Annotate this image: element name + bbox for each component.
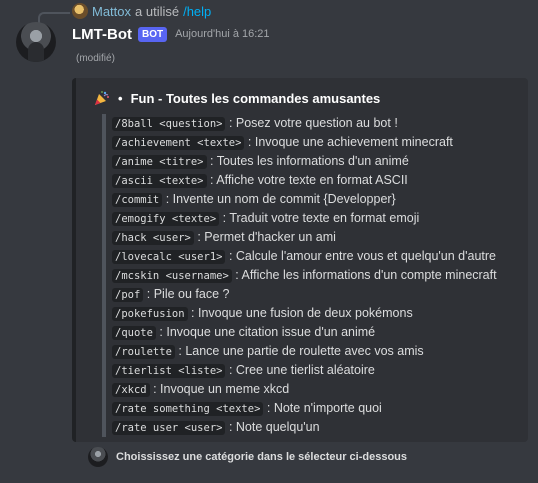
command-row: /anime <titre> : Toutes les informations…: [112, 152, 522, 171]
reply-context[interactable]: Mattox a utilisé /help: [72, 2, 211, 20]
command-description: : Note n'importe quoi: [263, 401, 382, 415]
command-description: : Cree une tierlist aléatoire: [225, 363, 375, 377]
reply-action-text: a utilisé: [135, 3, 180, 19]
command-row: /lovecalc <user1> : Calcule l'amour entr…: [112, 247, 522, 266]
commands-blockquote: /8ball <question> : Posez votre question…: [102, 114, 522, 437]
command-code: /achievement <texte>: [112, 136, 245, 150]
command-row: /8ball <question> : Posez votre question…: [112, 114, 522, 133]
command-code: /hack <user>: [112, 231, 194, 245]
command-code: /xkcd: [112, 383, 150, 397]
command-row: /ascii <texte> : Affiche votre texte en …: [112, 171, 522, 190]
edited-indicator: (modifié): [76, 53, 115, 64]
command-code: /8ball <question>: [112, 117, 226, 131]
command-row: /xkcd : Invoque un meme xkcd: [112, 380, 522, 399]
command-code: /rate something <texte>: [112, 402, 264, 416]
command-code: /mcskin <username>: [112, 269, 232, 283]
footer-bot-avatar: [88, 447, 108, 467]
command-row: /rate user <user> : Note quelqu'un: [112, 418, 522, 437]
command-description: : Invoque une citation issue d'un animé: [155, 325, 376, 339]
command-description: : Note quelqu'un: [225, 420, 320, 434]
message-header: LMT-Bot BOT Aujourd'hui à 16:21: [72, 24, 270, 44]
title-bullet: •: [118, 90, 123, 106]
command-row: /roulette : Lance une partie de roulette…: [112, 342, 522, 361]
bot-username[interactable]: LMT-Bot: [72, 26, 132, 43]
command-code: /pokefusion: [112, 307, 188, 321]
command-description: : Invoque une achievement minecraft: [244, 135, 453, 149]
command-code: /anime <titre>: [112, 155, 207, 169]
command-description: : Affiche votre texte en format ASCII: [206, 173, 408, 187]
command-description: : Invente un nom de commit {Developper}: [162, 192, 396, 206]
command-description: : Lance une partie de roulette avec vos …: [174, 344, 424, 358]
reply-command[interactable]: /help: [183, 4, 211, 19]
command-description: : Invoque une fusion de deux pokémons: [187, 306, 413, 320]
command-row: /rate something <texte> : Note n'importe…: [112, 399, 522, 418]
command-row: /emogify <texte> : Traduit votre texte e…: [112, 209, 522, 228]
command-code: /emogify <texte>: [112, 212, 220, 226]
command-description: : Pile ou face ?: [143, 287, 230, 301]
reply-username[interactable]: Mattox: [92, 4, 131, 19]
command-code: /roulette: [112, 345, 175, 359]
bot-avatar[interactable]: [16, 22, 56, 62]
bot-badge: BOT: [137, 26, 168, 42]
command-row: /hack <user> : Permet d'hacker un ami: [112, 228, 522, 247]
command-description: : Traduit votre texte en format emoji: [219, 211, 420, 225]
command-code: /tierlist <liste>: [112, 364, 226, 378]
command-code: /rate user <user>: [112, 421, 226, 435]
command-description: : Toutes les informations d'un animé: [206, 154, 409, 168]
command-row: /tierlist <liste> : Cree une tierlist al…: [112, 361, 522, 380]
command-row: /quote : Invoque une citation issue d'un…: [112, 323, 522, 342]
command-description: : Invoque un meme xkcd: [149, 382, 290, 396]
command-code: /pof: [112, 288, 144, 302]
command-row: /mcskin <username> : Affiche les informa…: [112, 266, 522, 285]
command-description: : Affiche les informations d'un compte m…: [231, 268, 497, 282]
command-code: /lovecalc <user1>: [112, 250, 226, 264]
footer-text: Choississez une catégorie dans le sélect…: [116, 451, 408, 463]
reply-user-avatar[interactable]: [72, 3, 88, 19]
command-description: : Posez votre question au bot !: [225, 116, 398, 130]
message-timestamp[interactable]: Aujourd'hui à 16:21: [175, 28, 269, 40]
command-code: /ascii <texte>: [112, 174, 207, 188]
command-row: /pof : Pile ou face ?: [112, 285, 522, 304]
embed-footer: Choississez une catégorie dans le sélect…: [88, 447, 407, 467]
command-code: /quote: [112, 326, 156, 340]
command-row: /achievement <texte> : Invoque une achie…: [112, 133, 522, 152]
command-description: : Calcule l'amour entre vous et quelqu'u…: [225, 249, 496, 263]
party-popper-icon: [94, 90, 110, 106]
command-description: : Permet d'hacker un ami: [193, 230, 336, 244]
command-row: /pokefusion : Invoque une fusion de deux…: [112, 304, 522, 323]
command-code: /commit: [112, 193, 163, 207]
embed-title-text: Fun - Toutes les commandes amusantes: [130, 90, 381, 106]
help-embed: • Fun - Toutes les commandes amusantes /…: [72, 78, 528, 442]
embed-title: • Fun - Toutes les commandes amusantes: [94, 88, 380, 108]
command-row: /commit : Invente un nom de commit {Deve…: [112, 190, 522, 209]
